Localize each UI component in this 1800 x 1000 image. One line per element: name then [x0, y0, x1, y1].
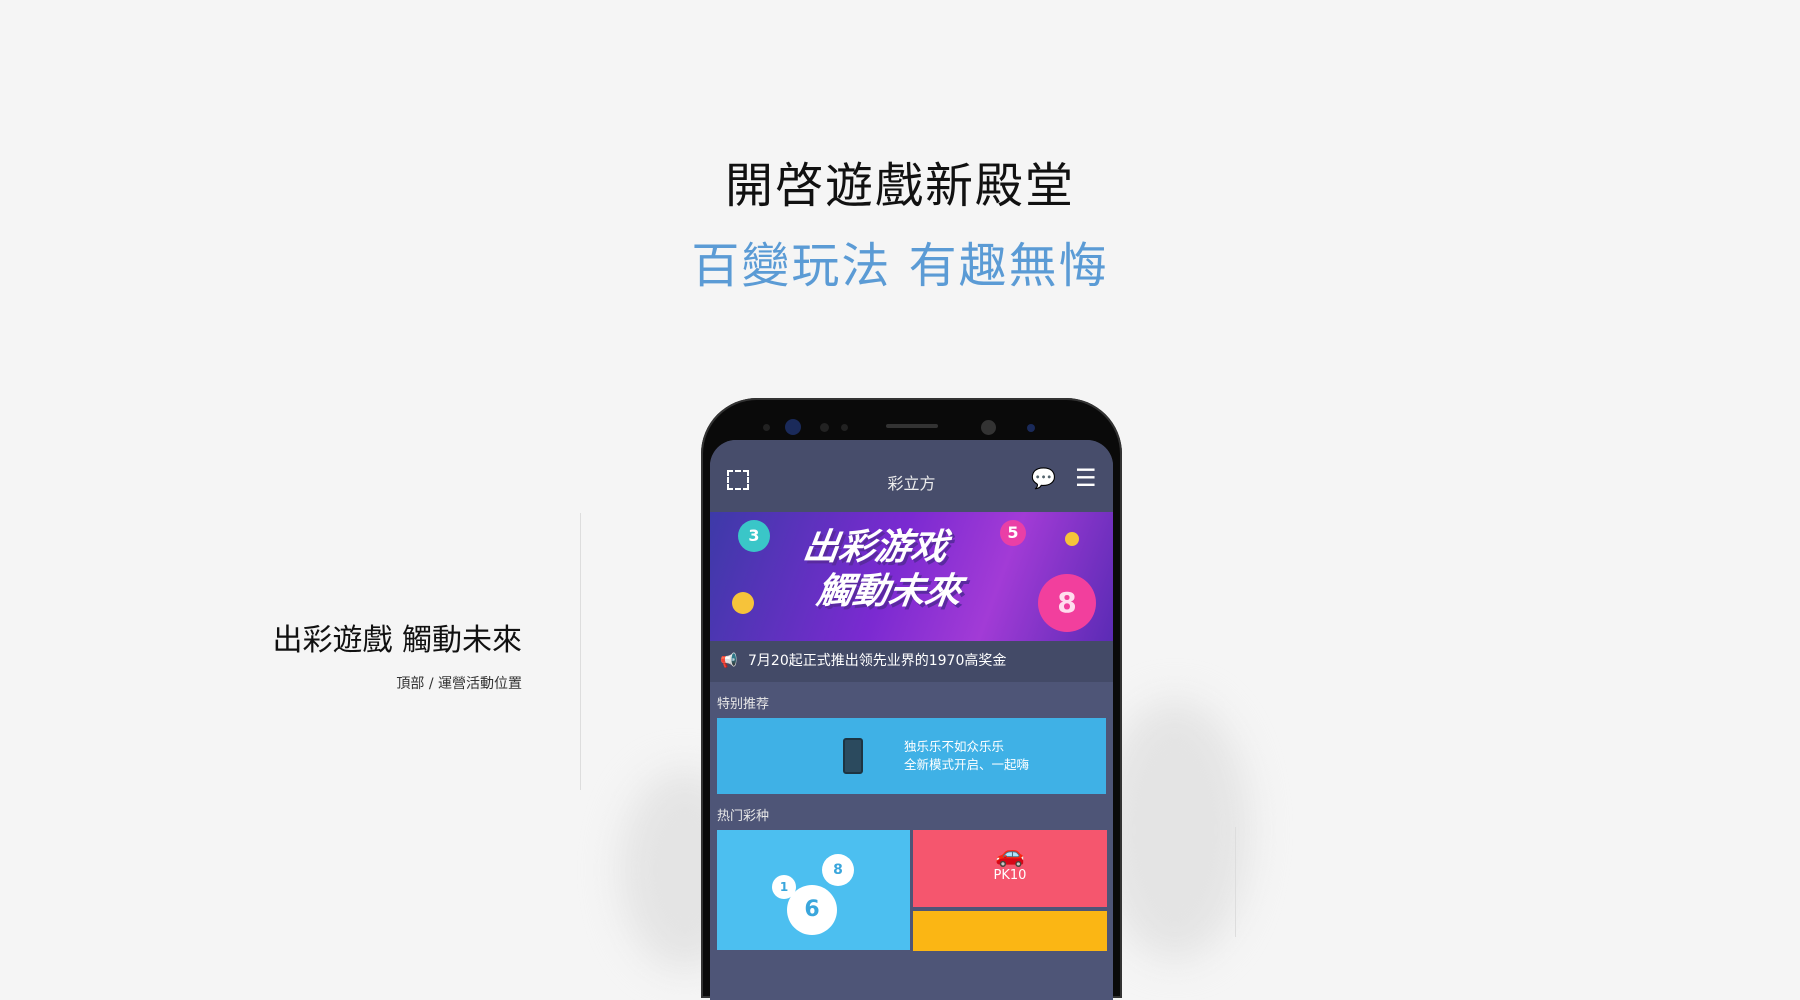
notice-text: 7月20起正式推出领先业界的1970高奖金: [748, 653, 1007, 669]
hero-subtitle: 百變玩法 有趣無悔: [691, 238, 1109, 294]
featured-text: 独乐乐不如众乐乐 全新模式开启、一起嗨: [904, 739, 1030, 772]
hand-right: [1100, 700, 1250, 960]
sensor: [763, 424, 770, 431]
menu-icon[interactable]: ☰: [1075, 464, 1097, 492]
megaphone-icon: 📢: [720, 653, 738, 669]
hot-label: 热门彩种: [717, 809, 770, 824]
app-header: 彩立方 💬 ☰: [710, 440, 1113, 512]
app-screen: 彩立方 💬 ☰ 3 5 8 出彩游戏 觸動未來 📢 7月20起正式推出领先业界的19…: [710, 440, 1113, 1000]
chat-icon[interactable]: 💬: [1031, 466, 1056, 490]
sensor: [820, 423, 829, 432]
ball: 8: [1038, 574, 1096, 632]
feature-location: 頂部 / 運營活動位置: [396, 676, 522, 692]
feature-heading: 出彩遊戲 觸動未來: [272, 623, 522, 658]
cars-icon: 🚗: [995, 840, 1025, 868]
ball: 6: [787, 885, 837, 935]
phone-illustration-icon: [843, 738, 863, 774]
ball: [732, 592, 754, 614]
phone-mockup: 彩立方 💬 ☰ 3 5 8 出彩游戏 觸動未來 📢 7月20起正式推出领先业界的19…: [701, 398, 1122, 1000]
tile-pk10[interactable]: 🚗 PK10: [913, 830, 1107, 907]
lottery-tiles: 1 6 8 🚗 PK10: [717, 830, 1107, 951]
ball: 8: [822, 854, 854, 886]
speaker: [886, 424, 938, 428]
feature-caption: 出彩遊戲 觸動未來 頂部 / 運營活動位置: [272, 615, 522, 693]
sensor: [841, 424, 848, 431]
notice-bar[interactable]: 📢 7月20起正式推出领先业界的1970高奖金: [710, 641, 1113, 682]
promo-banner[interactable]: 3 5 8 出彩游戏 觸動未來: [710, 512, 1113, 641]
featured-card[interactable]: 独乐乐不如众乐乐 全新模式开启、一起嗨: [717, 718, 1106, 794]
tile-shandong[interactable]: [913, 911, 1107, 951]
banner-text: 出彩游戏 觸動未來: [800, 527, 964, 612]
front-camera: [981, 420, 996, 435]
hero-title: 開啓遊戲新殿堂: [724, 158, 1075, 214]
sensor: [1027, 424, 1035, 432]
divider: [580, 513, 581, 790]
tile-label: PK10: [993, 868, 1027, 883]
tile-balls[interactable]: 1 6 8: [717, 830, 910, 950]
featured-label: 特别推荐: [717, 697, 770, 712]
camera: [785, 419, 801, 435]
divider: [1235, 827, 1236, 937]
ball: 5: [1000, 520, 1026, 546]
ball: 3: [738, 520, 770, 552]
ball: [1065, 532, 1079, 546]
